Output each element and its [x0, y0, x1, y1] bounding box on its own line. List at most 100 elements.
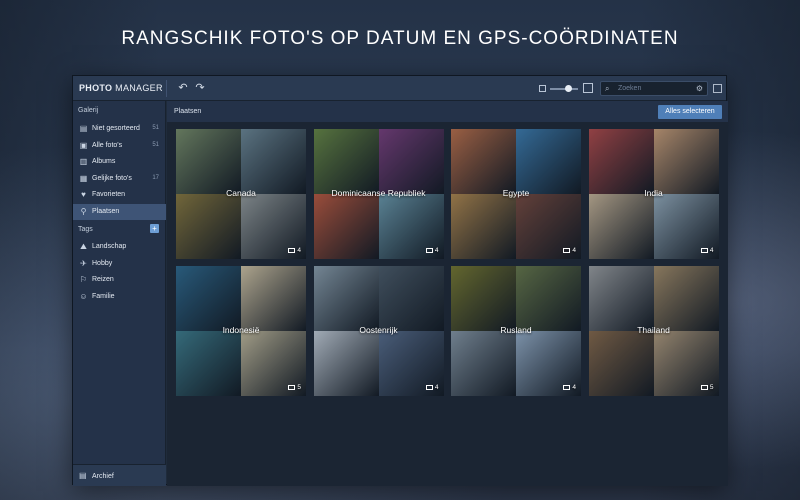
camera-icon — [288, 385, 296, 390]
camera-icon — [288, 248, 296, 253]
sidebar-item-gelijke-foto-s[interactable]: ▦ Gelijke foto's 17 — [73, 171, 166, 187]
zoom-knob[interactable] — [565, 85, 572, 92]
photo-count: 5 — [288, 384, 301, 391]
place-name: India — [644, 188, 663, 198]
photo-count-value: 4 — [572, 384, 576, 391]
tag-label: Familie — [92, 292, 115, 300]
landscape-icon: ⛰ — [80, 242, 87, 251]
place-name: Egypte — [502, 188, 530, 198]
zoom-track — [550, 88, 578, 90]
place-name: Indonesië — [222, 325, 260, 335]
sidebar-item-label: Alle foto's — [92, 141, 123, 149]
sidebar-item-label: Favorieten — [92, 191, 126, 198]
photo-count-value: 4 — [434, 384, 439, 391]
tag-label: Landschap — [92, 243, 127, 250]
tag-item-landschap[interactable]: ⛰ Landschap — [73, 239, 166, 255]
place-card[interactable]: Indonesië 5 — [176, 266, 306, 396]
gear-icon[interactable]: ⚙ — [696, 84, 703, 93]
section-tags: Tags — [78, 226, 93, 233]
tag-item-hobby[interactable]: ✈ Hobby — [73, 256, 166, 272]
similar-icon: ▦ — [79, 173, 88, 183]
place-name: Oostenrijk — [359, 325, 398, 335]
tag-item-reizen[interactable]: ⚐ Reizen — [73, 272, 166, 288]
section-gallery: Galerij — [78, 107, 99, 114]
page-headline: RANGSCHIK FOTO'S OP DATUM EN GPS-COÖRDIN… — [121, 28, 679, 49]
sidebar-item-alle-foto-s[interactable]: ▣ Alle foto's 51 — [73, 138, 166, 154]
photo-count-value: 5 — [297, 384, 301, 391]
photo-count: 4 — [563, 247, 576, 254]
photo-count-value: 5 — [709, 384, 714, 391]
heart-icon: ♥ — [81, 190, 86, 199]
place-name: Dominicaanse Republiek — [331, 188, 426, 198]
photo-count-value: 4 — [297, 247, 301, 254]
main-content: Plaatsen Alles selecteren Canada 4 Dominic… — [167, 101, 728, 486]
app-window: PHOTO MANAGER ↶ ↷ ⌕ Zoeken ⚙ Galerij ▤ Ni… — [72, 75, 728, 486]
hobby-icon: ✈ — [80, 258, 87, 268]
sidebar-item-count: 51 — [152, 141, 159, 148]
sidebar-item-favorieten[interactable]: ♥ Favorieten — [73, 187, 166, 203]
camera-icon — [563, 385, 571, 390]
search-placeholder: Zoeken — [618, 85, 642, 92]
travel-icon: ⚐ — [79, 275, 88, 284]
camera-icon — [700, 385, 708, 390]
place-name: Thailand — [637, 325, 670, 335]
calendar-icon[interactable] — [713, 84, 722, 93]
app-logo: PHOTO MANAGER — [79, 83, 163, 93]
photo-count: 4 — [425, 247, 439, 254]
sidebar-item-archive[interactable]: ▤ Archief — [73, 464, 166, 486]
place-name: Canada — [226, 188, 256, 198]
large-thumbnail-icon — [583, 83, 593, 93]
search-field[interactable]: ⌕ Zoeken ⚙ — [600, 81, 708, 96]
tag-item-familie[interactable]: ☺ Familie — [73, 289, 166, 305]
family-icon: ☺ — [79, 291, 88, 301]
place-card[interactable]: Oostenrijk 4 — [313, 266, 444, 396]
undo-icon[interactable]: ↶ — [176, 81, 190, 95]
photo-count-value: 4 — [572, 247, 576, 254]
toolbar-divider — [166, 80, 167, 97]
pin-icon: ⚲ — [80, 206, 87, 216]
zoom-slider[interactable] — [539, 83, 593, 95]
unsorted-icon: ▤ — [79, 124, 88, 133]
photo-count: 4 — [425, 384, 439, 391]
camera-icon — [425, 248, 433, 253]
sidebar-item-label: Gelijke foto's — [92, 174, 132, 182]
tag-label: Hobby — [92, 259, 113, 267]
place-card[interactable]: Egypte 4 — [451, 129, 581, 259]
sidebar-item-label: Niet gesorteerd — [92, 125, 140, 132]
sidebar: Galerij ▤ Niet gesorteerd 51 ▣ Alle foto's 51… — [73, 101, 166, 486]
page-title: Plaatsen — [174, 108, 202, 115]
archive-icon: ▤ — [79, 471, 87, 480]
add-tag-button[interactable]: + — [150, 224, 159, 233]
albums-icon: ▥ — [79, 157, 88, 166]
photo-count: 4 — [700, 247, 714, 254]
camera-icon — [425, 385, 433, 390]
place-card[interactable]: India 4 — [588, 129, 719, 259]
archive-label: Archief — [92, 473, 114, 480]
sidebar-item-label: Albums — [92, 158, 116, 165]
sidebar-item-plaatsen[interactable]: ⚲ Plaatsen — [73, 203, 166, 220]
select-all-button[interactable]: Alles selecteren — [658, 105, 722, 119]
sidebar-item-count: 17 — [152, 174, 159, 181]
camera-icon — [700, 248, 708, 253]
tag-label: Reizen — [92, 276, 114, 283]
photo-count: 4 — [288, 247, 301, 254]
place-card[interactable]: Dominicaanse Republiek 4 — [313, 129, 444, 259]
place-card[interactable]: Canada 4 — [176, 129, 306, 259]
place-name: Rusland — [500, 325, 532, 335]
place-card[interactable]: Rusland 4 — [451, 266, 581, 396]
place-card[interactable]: Thailand 5 — [588, 266, 719, 396]
content-header: Plaatsen Alles selecteren — [167, 101, 728, 122]
photo-count-value: 4 — [709, 247, 714, 254]
photo-count-value: 4 — [434, 247, 439, 254]
sidebar-item-albums[interactable]: ▥ Albums — [73, 154, 166, 170]
small-thumbnail-icon — [539, 85, 546, 92]
sidebar-item-label: Plaatsen — [92, 207, 120, 215]
redo-icon[interactable]: ↷ — [193, 81, 207, 95]
photo-count: 4 — [563, 384, 576, 391]
sidebar-item-count: 51 — [152, 125, 159, 131]
photo-count: 5 — [700, 384, 714, 391]
photos-icon: ▣ — [79, 140, 88, 150]
search-icon: ⌕ — [605, 84, 610, 93]
sidebar-item-niet-gesorteerd[interactable]: ▤ Niet gesorteerd 51 — [73, 121, 166, 137]
camera-icon — [563, 248, 571, 253]
